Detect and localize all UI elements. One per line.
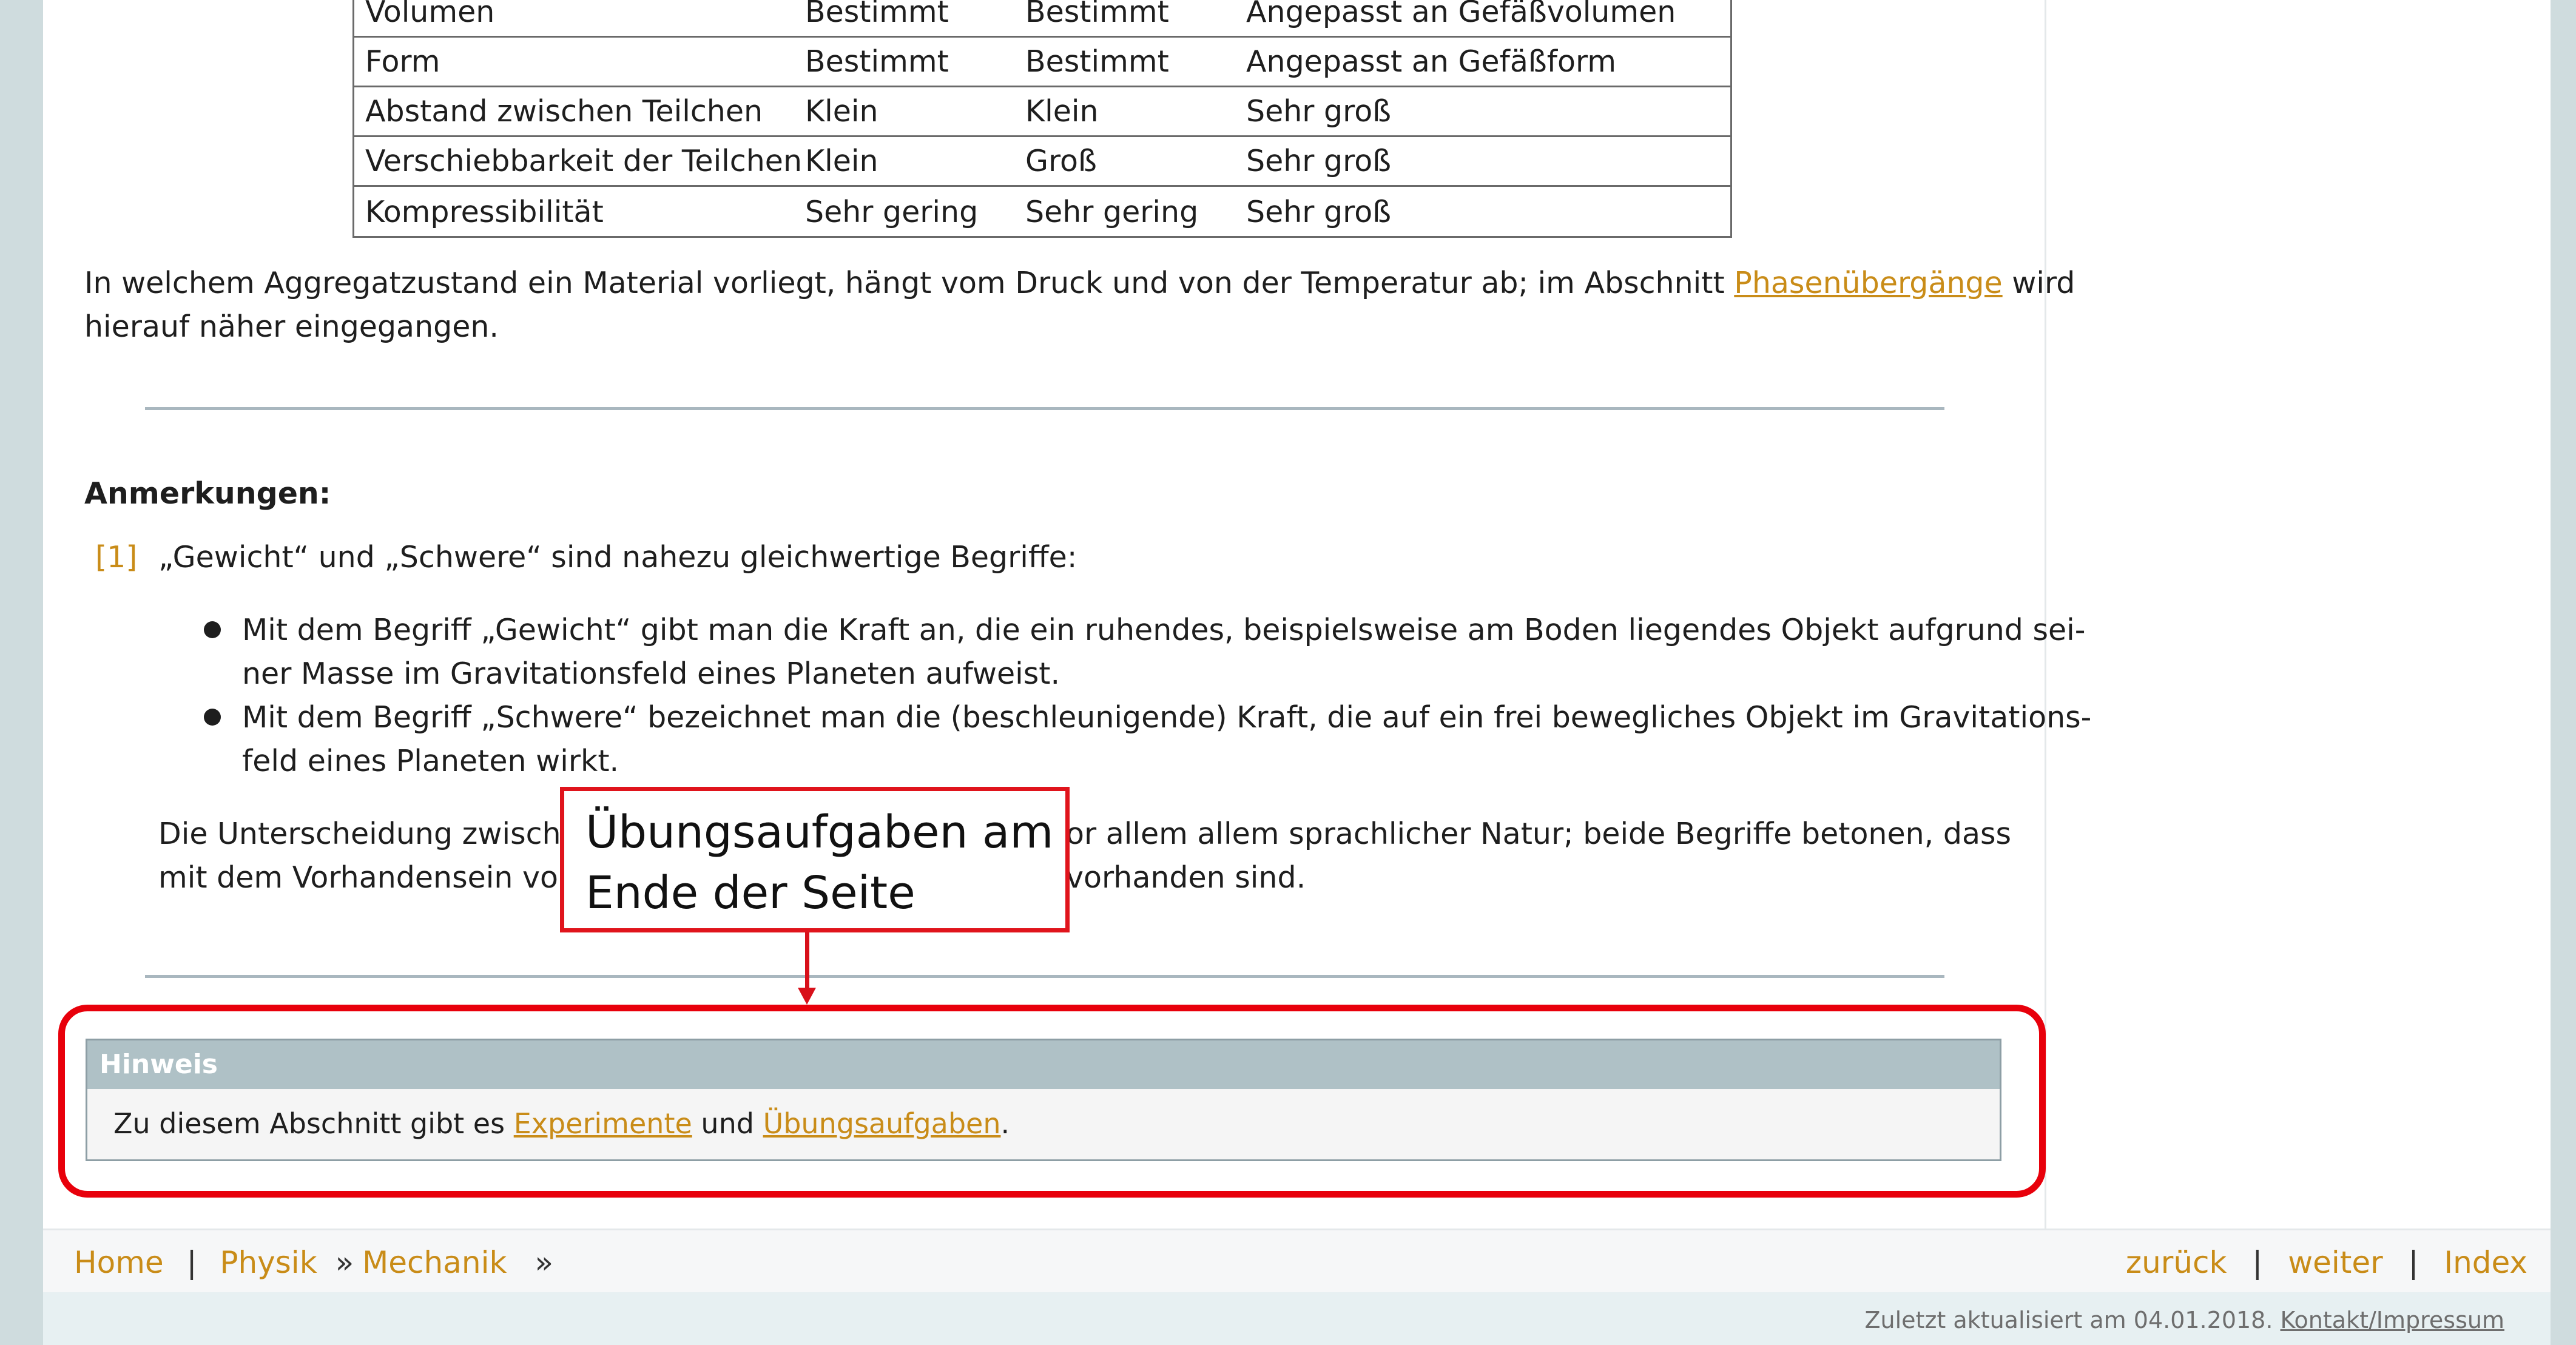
breadcrumb-chevron: » (534, 1245, 553, 1280)
list-item-text: ner Masse im Gravitationsfeld eines Plan… (242, 656, 1060, 691)
table-cell: Bestimmt (805, 0, 949, 29)
next-link[interactable]: weiter (2288, 1245, 2382, 1280)
highlight-outline (58, 1005, 2046, 1198)
table-cell: Sehr gering (1025, 195, 1199, 229)
note-paragraph-right: or allem allem sprachlicher Natur; beide… (1066, 812, 2011, 900)
list-item-text: Mit dem Begriff „Gewicht“ gibt man die K… (242, 613, 2086, 647)
table-cell: Verschiebbarkeit der Teilchen (365, 144, 802, 178)
separator: | (2408, 1245, 2419, 1280)
table-cell: Sehr gering (805, 195, 979, 229)
breadcrumb: Home | Physik » Mechanik » (74, 1247, 553, 1278)
callout-line: Übungsaufgaben am (585, 806, 1054, 858)
section-divider (145, 975, 1944, 978)
callout-text: Übungsaufgaben am Ende der Seite (585, 802, 1053, 923)
separator: | (2252, 1245, 2263, 1280)
note-text: or allem allem sprachlicher Natur; beide… (1066, 817, 2012, 851)
last-updated-text: Zuletzt aktualisiert am 04.01.2018. (1864, 1307, 2273, 1333)
table-rule (352, 236, 1732, 238)
arrow-head-icon (798, 988, 816, 1005)
callout-box: Übungsaufgaben am Ende der Seite (560, 787, 1070, 932)
table-cell: Angepasst an Gefäßform (1246, 44, 1616, 79)
breadcrumb-home[interactable]: Home (74, 1245, 164, 1280)
bullet-icon (204, 621, 221, 638)
index-link[interactable]: Index (2444, 1245, 2527, 1280)
note-paragraph-left: Die Unterscheidung zwischen mit dem Vorh… (158, 812, 598, 900)
contact-link[interactable]: Kontakt/Impressum (2281, 1307, 2504, 1333)
table-cell: Sehr groß (1246, 144, 1392, 178)
table-rule (352, 135, 1732, 137)
footer-navigation: Home | Physik » Mechanik » zurück | weite… (43, 1229, 2551, 1292)
table-rule (352, 185, 1732, 187)
list-item: Mit dem Begriff „Gewicht“ gibt man die K… (242, 608, 2085, 696)
separator: | (186, 1245, 197, 1280)
table-cell: Klein (1025, 94, 1099, 129)
table-rule (352, 36, 1732, 38)
table-cell: Klein (805, 144, 878, 178)
footnote-text: „Gewicht“ und „Schwere“ sind nahezu glei… (158, 540, 1077, 575)
table-cell: Sehr groß (1246, 94, 1392, 129)
note-text: mit dem Vorhandensein von (158, 860, 578, 895)
table-cell: Form (365, 44, 440, 79)
phase-transition-link[interactable]: Phasenübergänge (1734, 266, 2002, 300)
table-cell: Abstand zwischen Teilchen (365, 94, 763, 129)
intro-text: hierauf näher eingegangen. (84, 309, 499, 344)
list-item: Mit dem Begriff „Schwere“ bezeichnet man… (242, 696, 2091, 783)
back-link[interactable]: zurück (2126, 1245, 2227, 1280)
intro-paragraph: In welchem Aggregatzustand ein Material … (84, 261, 2075, 349)
intro-text: wird (2002, 266, 2075, 300)
callout-arrow (805, 932, 809, 993)
bullet-icon (204, 709, 221, 726)
last-updated: Zuletzt aktualisiert am 04.01.2018. Kont… (1865, 1307, 2505, 1333)
footer-bottom: Zuletzt aktualisiert am 04.01.2018. Kont… (43, 1292, 2551, 1345)
table-cell: Bestimmt (1025, 44, 1169, 79)
note-text: vorhanden sind. (1066, 860, 1306, 895)
footnote-reference[interactable]: [1] (95, 540, 137, 575)
section-divider (145, 407, 1944, 410)
breadcrumb-chevron: » (335, 1245, 354, 1280)
breadcrumb-physik[interactable]: Physik (220, 1245, 317, 1280)
table-cell: Angepasst an Gefäßvolumen (1246, 0, 1676, 29)
table-cell: Bestimmt (805, 44, 949, 79)
table-cell: Klein (805, 94, 878, 129)
list-item-text: feld eines Planeten wirkt. (242, 744, 619, 778)
callout-line: Ende der Seite (585, 867, 915, 919)
table-cell: Volumen (365, 0, 495, 29)
table-cell: Sehr groß (1246, 195, 1392, 229)
note-text: Die Unterscheidung zwischen (158, 817, 598, 851)
list-item-text: Mit dem Begriff „Schwere“ bezeichnet man… (242, 700, 2092, 735)
table-cell: Groß (1025, 144, 1097, 178)
notes-heading: Anmerkungen: (84, 476, 331, 511)
page-navigation: zurück | weiter | Index (2126, 1247, 2527, 1278)
table-rule (352, 86, 1732, 87)
intro-text: In welchem Aggregatzustand ein Material … (84, 266, 1735, 300)
table-cell: Kompressibilität (365, 195, 604, 229)
table-cell: Bestimmt (1025, 0, 1169, 29)
breadcrumb-mechanik[interactable]: Mechanik (362, 1245, 507, 1280)
